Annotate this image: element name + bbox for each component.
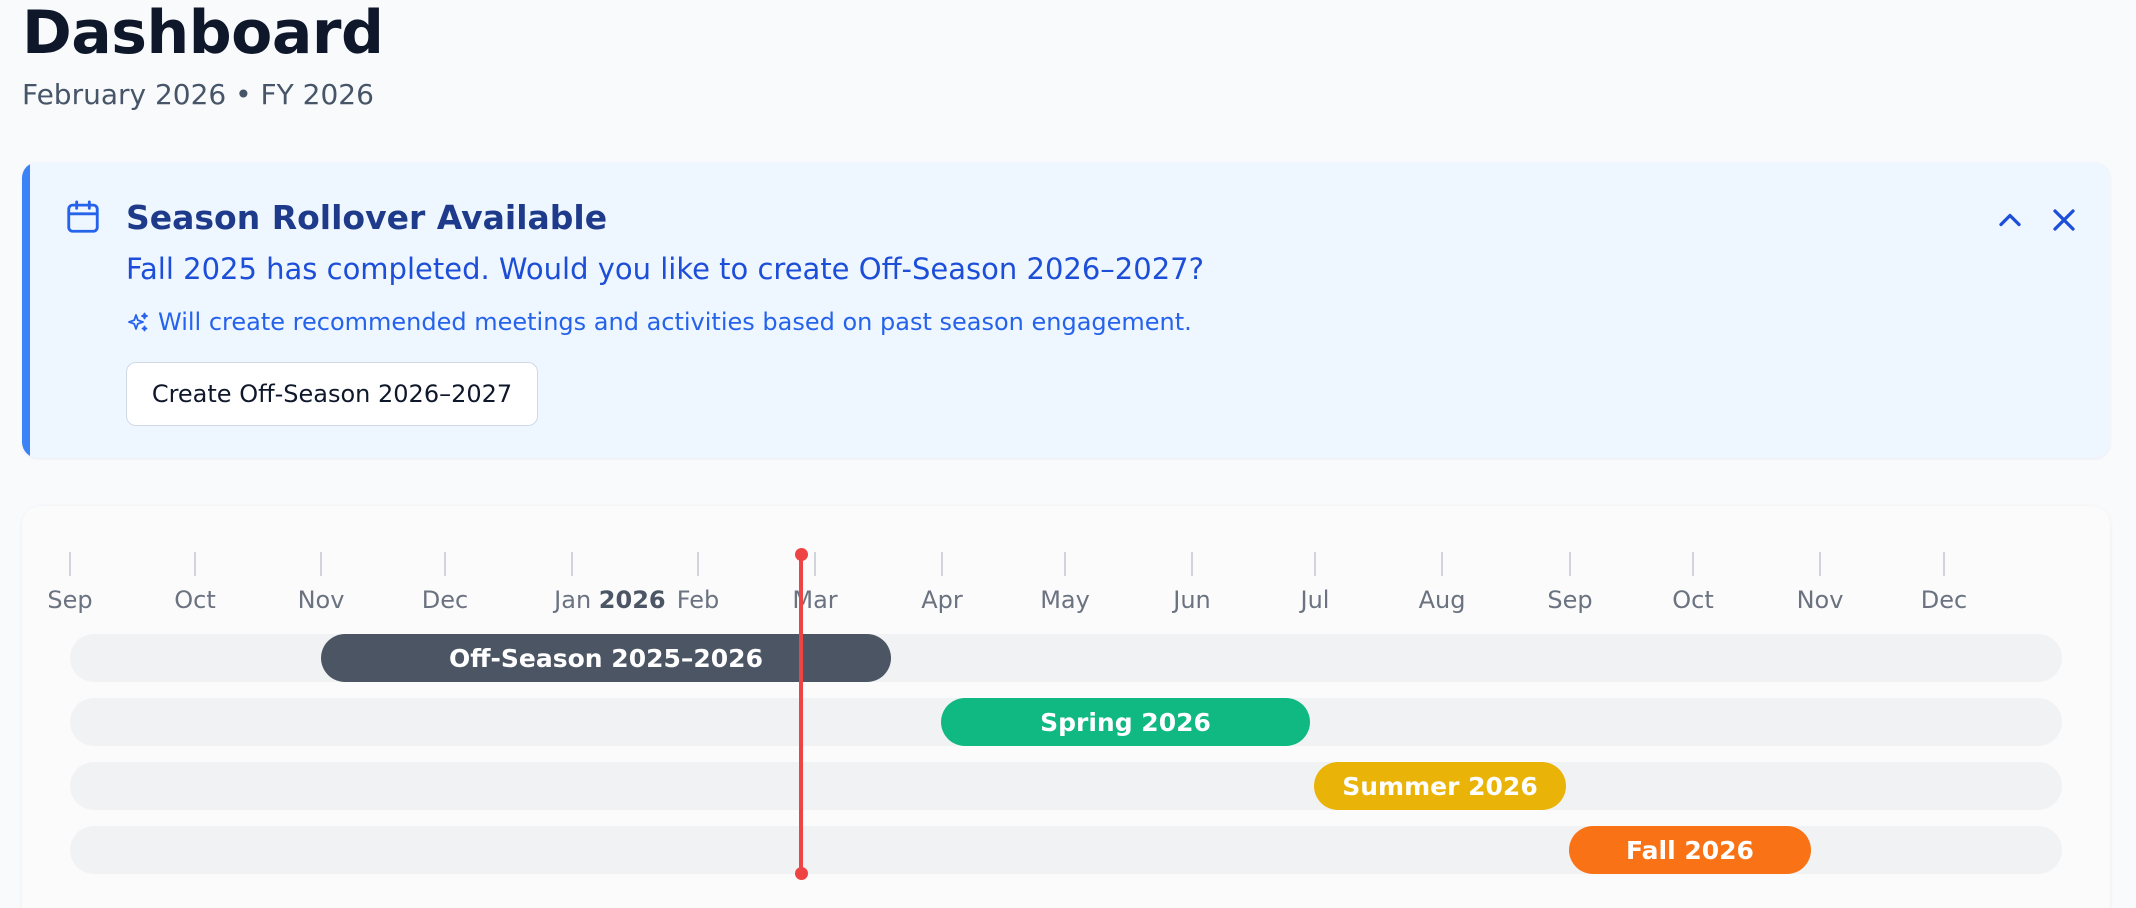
axis-month-label: Jan 2026 [554,586,665,614]
season-timeline-card: Sep Oct Nov Dec Jan 2026 Feb Mar Apr May Jun Jul Au… [22,506,2110,908]
timeline-track [70,762,2062,810]
page-subtitle: February 2026 • FY 2026 [22,78,374,111]
axis-month-label: Oct [1672,586,1714,614]
axis-tick [69,552,71,576]
month-name: Sep [1547,586,1593,614]
axis-month-label: Nov [1797,586,1844,614]
axis-month-label: Apr [921,586,963,614]
season-bar[interactable]: Fall 2026 [1569,826,1811,874]
axis-month-label: Jun [1173,586,1211,614]
axis-month-label: Dec [1921,586,1967,614]
sparkles-icon [128,312,148,332]
month-name: Feb [676,586,720,614]
create-off-season-button[interactable]: Create Off-Season 2026–2027 [126,362,538,426]
axis-month-label: Jul [1301,586,1330,614]
month-name: Oct [174,586,216,614]
axis-tick [814,552,816,576]
season-rollover-banner: Season Rollover Available Fall 2025 has … [22,162,2110,458]
banner-title: Season Rollover Available [126,198,608,237]
axis-tick [1314,552,1316,576]
month-name: Apr [921,586,963,614]
month-name: Sep [47,586,93,614]
month-name: Oct [1672,586,1714,614]
axis-tick [1441,552,1443,576]
axis-tick [1943,552,1945,576]
today-line [799,554,803,874]
axis-tick [1819,552,1821,576]
axis-tick [1191,552,1193,576]
year-label: 2026 [598,586,666,614]
axis-month-label: Feb [677,586,720,614]
axis-month-label: Aug [1419,586,1466,614]
close-icon[interactable] [2046,202,2082,238]
banner-message: Fall 2025 has completed. Would you like … [126,252,1204,286]
month-name: Dec [421,586,469,614]
axis-month-label: Sep [47,586,92,614]
axis-tick [444,552,446,576]
page-title: Dashboard [22,0,384,68]
axis-month-label: Oct [174,586,216,614]
month-name: Dec [1920,586,1968,614]
today-marker-bottom [795,867,808,880]
season-bar[interactable]: Off-Season 2025–2026 [321,634,891,682]
month-name: Nov [297,586,345,614]
axis-tick [1692,552,1694,576]
axis-month-label: May [1040,586,1090,614]
chevron-up-icon[interactable] [1992,202,2028,238]
axis-month-label: Sep [1547,586,1592,614]
season-bar[interactable]: Spring 2026 [941,698,1310,746]
axis-tick [194,552,196,576]
axis-tick [320,552,322,576]
axis-tick [697,552,699,576]
axis-month-label: Dec [422,586,468,614]
calendar-icon [67,200,99,233]
dashboard-page: Dashboard February 2026 • FY 2026 Season… [0,0,2136,908]
banner-hint: Will create recommended meetings and act… [158,308,1192,336]
month-name: Jan [554,586,592,614]
banner-accent-bar [22,162,30,458]
axis-tick [1569,552,1571,576]
axis-tick [571,552,573,576]
month-name: Aug [1418,586,1466,614]
axis-tick [941,552,943,576]
season-bar[interactable]: Summer 2026 [1314,762,1566,810]
axis-tick [1064,552,1066,576]
month-name: May [1040,586,1090,614]
month-name: Jul [1300,586,1330,614]
month-name: Nov [1796,586,1844,614]
month-name: Jun [1173,586,1211,614]
axis-month-label: Nov [298,586,345,614]
